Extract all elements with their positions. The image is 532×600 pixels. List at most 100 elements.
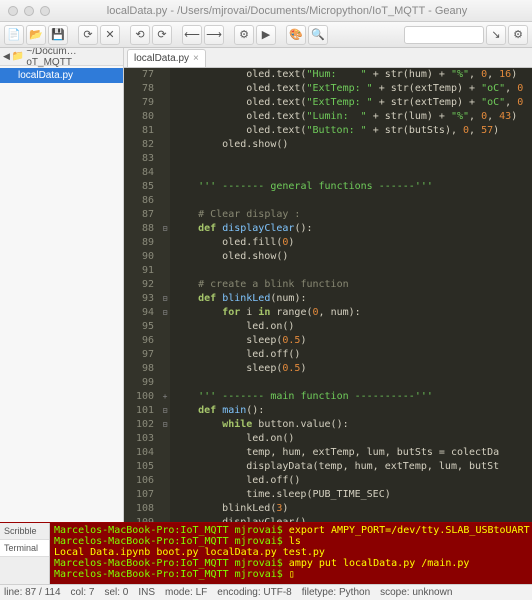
tab-label: localData.py (134, 53, 189, 64)
fold-icon[interactable]: ⊟ (160, 306, 170, 320)
terminal-line: Marcelos-MacBook-Pro:IoT_MQTT mjrovai$ e… (54, 525, 528, 536)
code-editor[interactable]: 77 oled.text("Hum: " + str(hum) + "%", 0… (124, 68, 532, 522)
line-number: 104 (124, 446, 160, 460)
code-line[interactable]: 89 oled.fill(0) (124, 236, 532, 250)
code-text (170, 194, 174, 208)
code-line[interactable]: 97 led.off() (124, 348, 532, 362)
jump-button[interactable]: ↘ (486, 25, 506, 45)
code-line[interactable]: 85 ''' ------- general functions ------'… (124, 180, 532, 194)
code-line[interactable]: 91 (124, 264, 532, 278)
fold-icon (160, 474, 170, 488)
run-button[interactable]: ▶ (256, 25, 276, 45)
fold-icon (160, 334, 170, 348)
code-line[interactable]: 95 led.on() (124, 320, 532, 334)
status-line: line: 87 / 114 (4, 587, 61, 598)
code-line[interactable]: 94⊟ for i in range(0, num): (124, 306, 532, 320)
code-text: def blinkLed(num): (170, 292, 306, 306)
find-icon[interactable]: 🔍 (308, 25, 328, 45)
undo-button[interactable]: ⟲ (130, 25, 150, 45)
tab-terminal[interactable]: Terminal (0, 540, 49, 557)
nav-back-button[interactable]: ⟵ (182, 25, 202, 45)
settings-icon[interactable] (508, 25, 528, 45)
fold-icon (160, 278, 170, 292)
path-bar[interactable]: ◀ 📁 ~/Docum…oT_MQTT (0, 48, 123, 66)
code-line[interactable]: 93⊟ def blinkLed(num): (124, 292, 532, 306)
search-input[interactable] (404, 26, 484, 44)
code-line[interactable]: 90 oled.show() (124, 250, 532, 264)
code-line[interactable]: 84 (124, 166, 532, 180)
terminal-tabs: Scribble Terminal (0, 523, 50, 584)
fold-icon (160, 320, 170, 334)
editor-tabs: localData.py × (124, 48, 532, 68)
code-line[interactable]: 105 displayData(temp, hum, extTemp, lum,… (124, 460, 532, 474)
code-line[interactable]: 106 led.off() (124, 474, 532, 488)
redo-button[interactable]: ⟳ (152, 25, 172, 45)
code-line[interactable]: 83 (124, 152, 532, 166)
code-line[interactable]: 100+ ''' ------- main function ---------… (124, 390, 532, 404)
zoom-window-icon[interactable] (40, 6, 50, 16)
line-number: 105 (124, 460, 160, 474)
code-line[interactable]: 103 led.on() (124, 432, 532, 446)
code-line[interactable]: 96 sleep(0.5) (124, 334, 532, 348)
window-title: localData.py - /Users/mjrovai/Documents/… (50, 5, 524, 17)
code-line[interactable]: 99 (124, 376, 532, 390)
code-text (170, 152, 174, 166)
reload-button[interactable]: ⟳ (78, 25, 98, 45)
close-window-icon[interactable] (8, 6, 18, 16)
fold-icon[interactable]: + (160, 390, 170, 404)
code-text: ''' ------- main function ----------''' (170, 390, 433, 404)
code-line[interactable]: 104 temp, hum, extTemp, lum, butSts = co… (124, 446, 532, 460)
code-text: temp, hum, extTemp, lum, butSts = colect… (170, 446, 499, 460)
code-line[interactable]: 101⊟ def main(): (124, 404, 532, 418)
code-line[interactable]: 88⊟ def displayClear(): (124, 222, 532, 236)
code-line[interactable]: 80 oled.text("Lumin: " + str(lum) + "%",… (124, 110, 532, 124)
code-line[interactable]: 78 oled.text("ExtTemp: " + str(extTemp) … (124, 82, 532, 96)
code-line[interactable]: 98 sleep(0.5) (124, 362, 532, 376)
terminal-line: Marcelos-MacBook-Pro:IoT_MQTT mjrovai$ ▯ (54, 569, 528, 580)
save-button[interactable]: 💾 (48, 25, 68, 45)
terminal-output[interactable]: Marcelos-MacBook-Pro:IoT_MQTT mjrovai$ e… (50, 523, 532, 584)
code-text: led.on() (170, 432, 294, 446)
fold-icon (160, 460, 170, 474)
close-button[interactable]: ✕ (100, 25, 120, 45)
fold-icon[interactable]: ⊟ (160, 292, 170, 306)
path-back-icon[interactable]: ◀ (3, 51, 10, 62)
close-tab-icon[interactable]: × (193, 53, 199, 64)
minimize-window-icon[interactable] (24, 6, 34, 16)
fold-icon[interactable]: ⊟ (160, 222, 170, 236)
line-number: 97 (124, 348, 160, 362)
line-number: 103 (124, 432, 160, 446)
fold-icon[interactable]: ⊟ (160, 404, 170, 418)
status-bar: line: 87 / 114 col: 7 sel: 0 INS mode: L… (0, 584, 532, 600)
compile-button[interactable]: ⚙ (234, 25, 254, 45)
code-text: led.off() (170, 474, 300, 488)
open-file-button[interactable]: 📂 (26, 25, 46, 45)
code-line[interactable]: 92 # create a blink function (124, 278, 532, 292)
code-line[interactable]: 102⊟ while button.value(): (124, 418, 532, 432)
fold-icon (160, 376, 170, 390)
code-line[interactable]: 107 time.sleep(PUB_TIME_SEC) (124, 488, 532, 502)
nav-forward-button[interactable]: ⟶ (204, 25, 224, 45)
fold-icon (160, 446, 170, 460)
tab-scribble[interactable]: Scribble (0, 523, 49, 540)
code-line[interactable]: 87 # Clear display : (124, 208, 532, 222)
code-line[interactable]: 82 oled.show() (124, 138, 532, 152)
fold-icon (160, 166, 170, 180)
terminal-line: Marcelos-MacBook-Pro:IoT_MQTT mjrovai$ a… (54, 558, 528, 569)
status-scope: scope: unknown (380, 587, 452, 598)
new-file-button[interactable]: 📄 (4, 25, 24, 45)
code-line[interactable]: 108 blinkLed(3) (124, 502, 532, 516)
code-line[interactable]: 86 (124, 194, 532, 208)
code-text (170, 264, 174, 278)
tab-localdata[interactable]: localData.py × (127, 49, 206, 67)
code-line[interactable]: 77 oled.text("Hum: " + str(hum) + "%", 0… (124, 68, 532, 82)
fold-icon[interactable]: ⊟ (160, 418, 170, 432)
tree-file-localdata[interactable]: localData.py (0, 68, 123, 83)
code-text: sleep(0.5) (170, 334, 306, 348)
code-text: oled.text("ExtTemp: " + str(extTemp) + "… (170, 96, 523, 110)
code-line[interactable]: 79 oled.text("ExtTemp: " + str(extTemp) … (124, 96, 532, 110)
line-number: 107 (124, 488, 160, 502)
code-line[interactable]: 81 oled.text("Button: " + str(butSts), 0… (124, 124, 532, 138)
fold-icon (160, 502, 170, 516)
color-button[interactable]: 🎨 (286, 25, 306, 45)
